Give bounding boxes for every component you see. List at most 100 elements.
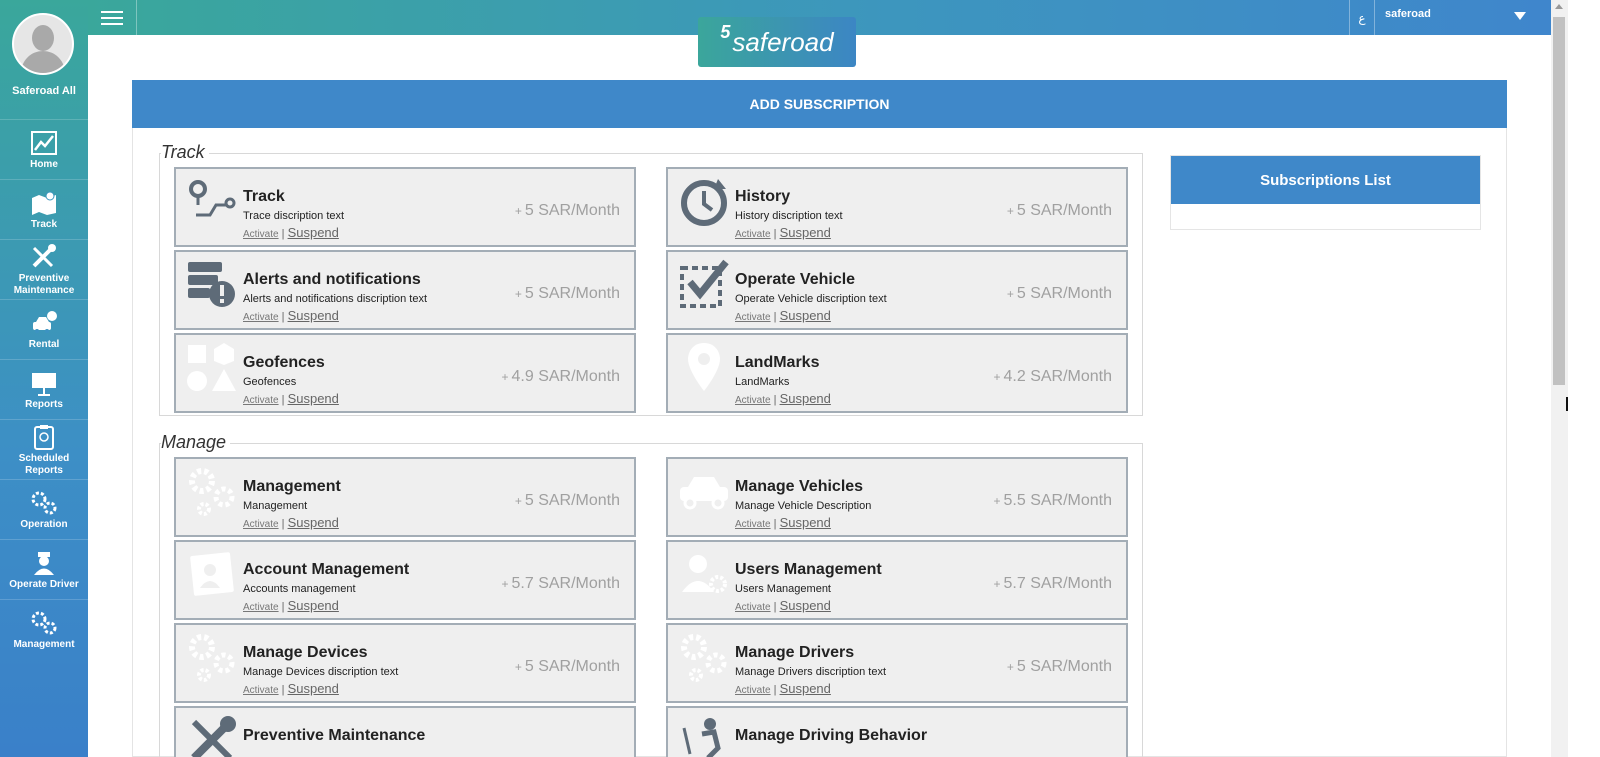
price-value: 5 SAR/Month	[1016, 285, 1112, 302]
sidebar-item-track[interactable]: Track	[0, 179, 88, 239]
suspend-link[interactable]: Suspend	[780, 598, 831, 613]
suspend-link[interactable]: Suspend	[780, 515, 831, 530]
activate-link[interactable]: Activate	[735, 602, 771, 613]
sidebar-item-label: Reports	[25, 398, 63, 410]
activate-link[interactable]: Activate	[735, 685, 771, 696]
sidebar-item-label: Operate Driver	[9, 578, 79, 590]
card-actions: Activate | Suspend	[243, 598, 339, 613]
subscription-card-track[interactable]: Track Trace discription text Activate | Su…	[174, 167, 636, 247]
subscription-card-geofences[interactable]: Geofences Geofences Activate | Suspend +4.9…	[174, 333, 636, 413]
sidebar-item-home[interactable]: Home	[0, 119, 88, 179]
activate-link[interactable]: Activate	[243, 312, 279, 323]
activate-link[interactable]: Activate	[243, 519, 279, 530]
sidebar-item-preventive-maintenance[interactable]: Preventive Maintenance	[0, 239, 88, 299]
card-price: +5 SAR/Month	[515, 285, 620, 303]
scrollbar-thumb[interactable]	[1553, 17, 1565, 385]
card-title: Manage Devices	[243, 644, 368, 661]
card-actions: Activate | Suspend	[735, 391, 831, 406]
subscription-card-users-management[interactable]: Users Management Users Management Activate…	[666, 540, 1128, 620]
activate-link[interactable]: Activate	[735, 229, 771, 240]
card-title: Geofences	[243, 354, 325, 371]
plus-icon: +	[993, 494, 1001, 508]
suspend-link[interactable]: Suspend	[288, 515, 339, 530]
card-price: +4.9 SAR/Month	[501, 368, 620, 386]
activate-link[interactable]: Activate	[735, 395, 771, 406]
activate-link[interactable]: Activate	[243, 685, 279, 696]
sidebar-item-rental[interactable]: Rental	[0, 299, 88, 359]
card-actions: Activate | Suspend	[243, 515, 339, 530]
avatar[interactable]	[12, 13, 74, 75]
sidebar: Saferoad All Home Track Preventive Maint…	[0, 0, 88, 757]
user-dropdown[interactable]: saferoad	[1385, 8, 1431, 20]
suspend-link[interactable]: Suspend	[780, 308, 831, 323]
sidebar-item-label: Management	[13, 638, 75, 650]
activate-link[interactable]: Activate	[735, 312, 771, 323]
scrollbar[interactable]	[1551, 0, 1568, 757]
activate-link[interactable]: Activate	[243, 602, 279, 613]
page-margin	[1568, 0, 1600, 757]
clipboard-icon	[29, 423, 59, 451]
sidebar-item-scheduled-reports[interactable]: Scheduled Reports	[0, 419, 88, 479]
subscription-card-landmarks[interactable]: LandMarks LandMarks Activate | Suspend +4.2…	[666, 333, 1128, 413]
subscription-card-history[interactable]: History History discription text Activate …	[666, 167, 1128, 247]
sidebar-item-label: Rental	[28, 338, 60, 350]
hamburger-icon	[101, 16, 123, 19]
scroll-up-icon[interactable]	[1555, 4, 1563, 9]
suspend-link[interactable]: Suspend	[780, 681, 831, 696]
sidebar-item-management[interactable]: Management	[0, 599, 88, 659]
suspend-link[interactable]: Suspend	[780, 391, 831, 406]
sidebar-user-name: Saferoad All	[12, 85, 76, 97]
subscriptions-list: Subscriptions List	[1170, 155, 1481, 230]
link-separator: |	[281, 684, 285, 696]
language-switch[interactable]: ع	[1349, 0, 1375, 35]
suspend-link[interactable]: Suspend	[288, 681, 339, 696]
gears-icon	[186, 631, 238, 683]
card-actions: Activate | Suspend	[735, 515, 831, 530]
card-description: Manage Drivers discription text	[735, 666, 887, 678]
card-description: Users Management	[735, 583, 831, 595]
subscription-card-manage-devices[interactable]: Manage Devices Manage Devices discription…	[174, 623, 636, 703]
link-separator: |	[281, 518, 285, 530]
sidebar-item-operate-driver[interactable]: Operate Driver	[0, 539, 88, 599]
card-price: +5 SAR/Month	[515, 202, 620, 220]
subscription-card-manage-drivers[interactable]: Manage Drivers Manage Drivers discription…	[666, 623, 1128, 703]
card-title: Alerts and notifications	[243, 271, 421, 288]
card-actions: Activate | Suspend	[735, 225, 831, 240]
link-separator: |	[773, 394, 777, 406]
history-clock-icon	[678, 175, 730, 227]
suspend-link[interactable]: Suspend	[780, 225, 831, 240]
id-card-icon	[186, 548, 238, 600]
subscription-card-preventive-maintenance[interactable]: Preventive Maintenance	[174, 706, 636, 757]
suspend-link[interactable]: Suspend	[288, 391, 339, 406]
card-title: History	[735, 188, 791, 205]
card-actions: Activate | Suspend	[243, 225, 339, 240]
sidebar-item-reports[interactable]: Reports	[0, 359, 88, 419]
card-price: +5 SAR/Month	[1007, 285, 1112, 303]
card-price: +5 SAR/Month	[515, 492, 620, 510]
subscription-card-manage-driving-behavior[interactable]: Manage Driving Behavior	[666, 706, 1128, 757]
subscription-card-account-management[interactable]: Account Management Accounts management Act…	[174, 540, 636, 620]
plus-icon: +	[514, 660, 522, 674]
subscription-card-management[interactable]: Management Management Activate | Suspend +5…	[174, 457, 636, 537]
card-title: Account Management	[243, 561, 410, 578]
subscription-card-operate-vehicle[interactable]: Operate Vehicle Operate Vehicle discripti…	[666, 250, 1128, 330]
card-actions: Activate | Suspend	[735, 681, 831, 696]
driver-icon	[29, 549, 59, 577]
sidebar-item-operation[interactable]: Operation	[0, 479, 88, 539]
activate-link[interactable]: Activate	[243, 229, 279, 240]
plus-icon: +	[501, 370, 509, 384]
subscription-card-alerts-and-notifications[interactable]: Alerts and notifications Alerts and notif…	[174, 250, 636, 330]
suspend-link[interactable]: Suspend	[288, 598, 339, 613]
subscription-card-manage-vehicles[interactable]: Manage Vehicles Manage Vehicle Descriptio…	[666, 457, 1128, 537]
activate-link[interactable]: Activate	[735, 519, 771, 530]
suspend-link[interactable]: Suspend	[288, 308, 339, 323]
shapes-icon	[186, 341, 238, 393]
menu-toggle-button[interactable]	[88, 0, 137, 35]
chevron-down-icon[interactable]	[1514, 12, 1526, 20]
chart-icon	[29, 129, 59, 157]
suspend-link[interactable]: Suspend	[288, 225, 339, 240]
car-icon	[678, 465, 730, 517]
price-value: 5 SAR/Month	[1016, 202, 1112, 219]
activate-link[interactable]: Activate	[243, 395, 279, 406]
sidebar-item-label: Preventive Maintenance	[13, 272, 75, 296]
